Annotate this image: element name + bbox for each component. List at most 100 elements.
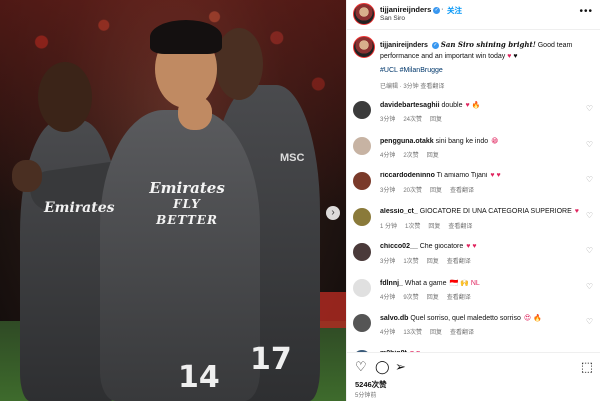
author-username-text[interactable]: tijjanireijnders	[380, 5, 431, 14]
comment-body: pengguna.otakk sini bang ke indo 😁	[380, 137, 580, 145]
comment-text: Quel sorriso, quel maledetto sorriso	[408, 315, 521, 322]
commenter-avatar[interactable]	[353, 172, 371, 190]
comment-body: alessio_ct_ GIOCATORE DI UNA CATEGORIA S…	[380, 208, 580, 215]
comment-time: 1 分钟	[380, 223, 398, 230]
follow-button[interactable]: 关注	[447, 5, 462, 16]
comment-item: riccardodeninno Ti amiamo Tijani ♥ ♥ 3分钟 20…	[347, 168, 600, 202]
translate-button[interactable]: 查看翻译	[450, 188, 474, 194]
likes-count[interactable]: 5246次赞	[355, 379, 387, 390]
commenter-avatar[interactable]	[353, 207, 371, 226]
like-heart-icon[interactable]: ♡	[355, 359, 367, 375]
share-icon[interactable]: ➢	[395, 359, 406, 375]
player-left-head	[38, 62, 92, 132]
comment-meta: 3分钟 24次赞 回复	[380, 114, 450, 123]
comment-likes[interactable]: 2次赞	[403, 153, 418, 159]
comment-meta: 1 分钟 1次赞 回复 查看翻译	[380, 221, 480, 230]
action-bar: ♡ ◯ ➢ ⬚ 5246次赞 5分钟前	[347, 352, 600, 401]
post-photo[interactable]: Emirates FLY BETTER Emirates MSC 14 17 ›	[0, 0, 346, 401]
commenter-username[interactable]: davidebartesaghii	[380, 102, 440, 109]
comment-text: What a game	[402, 279, 447, 287]
caption-hashtags[interactable]: #UCL #MilanBrugge	[380, 67, 443, 74]
comment-item: fdlnnj_ What a game 🇮🇩 🙌 NL 4分钟 9次赞 回复 查看翻译 ♡	[347, 275, 600, 309]
verified-badge-icon: ✓	[431, 41, 439, 49]
comment-like-heart-icon[interactable]: ♡	[586, 104, 593, 113]
translate-button[interactable]: 查看翻译	[447, 259, 471, 265]
shirt-sponsor-line2: FLY BETTER	[156, 197, 218, 227]
comment-like-heart-icon[interactable]: ♡	[586, 282, 593, 291]
more-options-icon[interactable]: •••	[579, 6, 593, 17]
caption-text: tijjanireijnders ✓ San Siro shining brig…	[380, 39, 592, 62]
comment-item: alessio_ct_ GIOCATORE DI UNA CATEGORIA S…	[347, 204, 600, 238]
separator-dot: ·	[441, 4, 444, 13]
commenter-username[interactable]: riccardodeninno	[380, 172, 435, 179]
verified-badge-icon: ✓	[433, 6, 441, 14]
comment-body: davidebartesaghii double ♥ 🔥	[380, 101, 580, 109]
comment-time: 3分钟	[380, 259, 396, 265]
comment-like-heart-icon[interactable]: ♡	[586, 317, 593, 326]
comment-meta: 4分钟 2次赞 回复	[380, 150, 447, 159]
comment-like-heart-icon[interactable]: ♡	[586, 246, 593, 255]
shorts-number-front: 14	[178, 360, 220, 395]
comment-emoji: ♥ 🔥	[465, 102, 481, 109]
reply-button[interactable]: 回复	[430, 117, 442, 123]
comment-item: davidebartesaghii double ♥ 🔥 3分钟 24次赞 回复 ♡	[347, 97, 600, 131]
comment-likes[interactable]: 13次赞	[403, 330, 422, 336]
comment-likes[interactable]: 9次赞	[403, 295, 418, 301]
caption-username[interactable]: tijjanireijnders	[380, 42, 428, 49]
translate-button[interactable]: 查看翻译	[447, 295, 471, 301]
post-date: 5分钟前	[355, 393, 377, 399]
comment-icon[interactable]: ◯	[375, 359, 390, 375]
comment-meta: 3分钟 1次赞 回复 查看翻译	[380, 256, 479, 265]
comment-text: GIOCATORE DI UNA CATEGORIA SUPERIORE	[417, 207, 572, 215]
carousel-next-button[interactable]: ›	[326, 206, 340, 220]
translate-button[interactable]: 查看翻译	[450, 330, 474, 336]
caption-avatar[interactable]	[353, 36, 375, 58]
shorts-number-back: 17	[250, 342, 292, 377]
commenter-avatar[interactable]	[353, 101, 371, 119]
comment-like-heart-icon[interactable]: ♡	[586, 140, 593, 149]
comment-likes[interactable]: 20次赞	[403, 188, 422, 194]
comment-likes[interactable]: 1次赞	[403, 259, 418, 265]
comment-body: salvo.db Quel sorriso, quel maledetto so…	[380, 314, 580, 322]
commenter-avatar[interactable]	[353, 314, 371, 332]
comment-body: riccardodeninno Ti amiamo Tijani ♥ ♥	[380, 172, 580, 179]
comment-text: Che giocatore	[417, 243, 464, 250]
commenter-avatar[interactable]	[353, 278, 371, 297]
reply-button[interactable]: 回复	[427, 259, 439, 265]
commenter-username[interactable]: pengguna.otakk	[380, 138, 434, 145]
bookmark-icon[interactable]: ⬚	[581, 359, 593, 375]
reply-button[interactable]: 回复	[430, 330, 442, 336]
black-heart-icon: ♥	[511, 53, 518, 60]
comment-item: chicco02__ Che giocatore ♥ ♥ 3分钟 1次赞 回复 查看翻译 ♡	[347, 239, 600, 273]
author-username[interactable]: tijjanireijnders ✓	[380, 5, 441, 14]
comment-emoji: ♥ ♥	[574, 207, 580, 215]
comment-emoji: 😁	[491, 137, 499, 145]
commenter-username[interactable]: fdlnnj_	[380, 280, 403, 287]
translate-button[interactable]: 查看翻译	[448, 224, 472, 230]
comment-like-heart-icon[interactable]: ♡	[586, 175, 593, 184]
reply-button[interactable]: 回复	[427, 153, 439, 159]
post-location[interactable]: San Siro	[380, 15, 405, 22]
shirt-sponsor: Emirates FLY BETTER	[142, 180, 232, 228]
comment-time: 3分钟	[380, 188, 396, 194]
author-avatar[interactable]	[353, 3, 375, 25]
raised-fist	[178, 96, 212, 130]
comment-emoji: ♥ ♥	[490, 172, 501, 179]
commenter-username[interactable]: chicco02__	[380, 243, 418, 250]
commenter-username[interactable]: alessio_ct_	[380, 208, 418, 215]
post-side-panel: tijjanireijnders ✓ · 关注 San Siro ••• tijj…	[346, 0, 600, 401]
comment-likes[interactable]: 1次赞	[405, 224, 420, 230]
comment-time: 4分钟	[380, 152, 396, 159]
comment-like-heart-icon[interactable]: ♡	[586, 211, 593, 220]
comment-likes[interactable]: 24次赞	[403, 117, 422, 123]
comment-item: salvo.db Quel sorriso, quel maledetto so…	[347, 310, 600, 344]
commenter-avatar[interactable]	[353, 136, 371, 155]
comment-text: sini bang ke indo	[433, 137, 489, 145]
caption-fancy-text: San Siro shining bright!	[440, 40, 536, 49]
reply-button[interactable]: 回复	[430, 188, 442, 194]
commenter-avatar[interactable]	[353, 243, 371, 261]
player-center	[100, 110, 260, 401]
commenter-username[interactable]: salvo.db	[380, 315, 408, 322]
reply-button[interactable]: 回复	[428, 224, 440, 230]
reply-button[interactable]: 回复	[427, 295, 439, 301]
